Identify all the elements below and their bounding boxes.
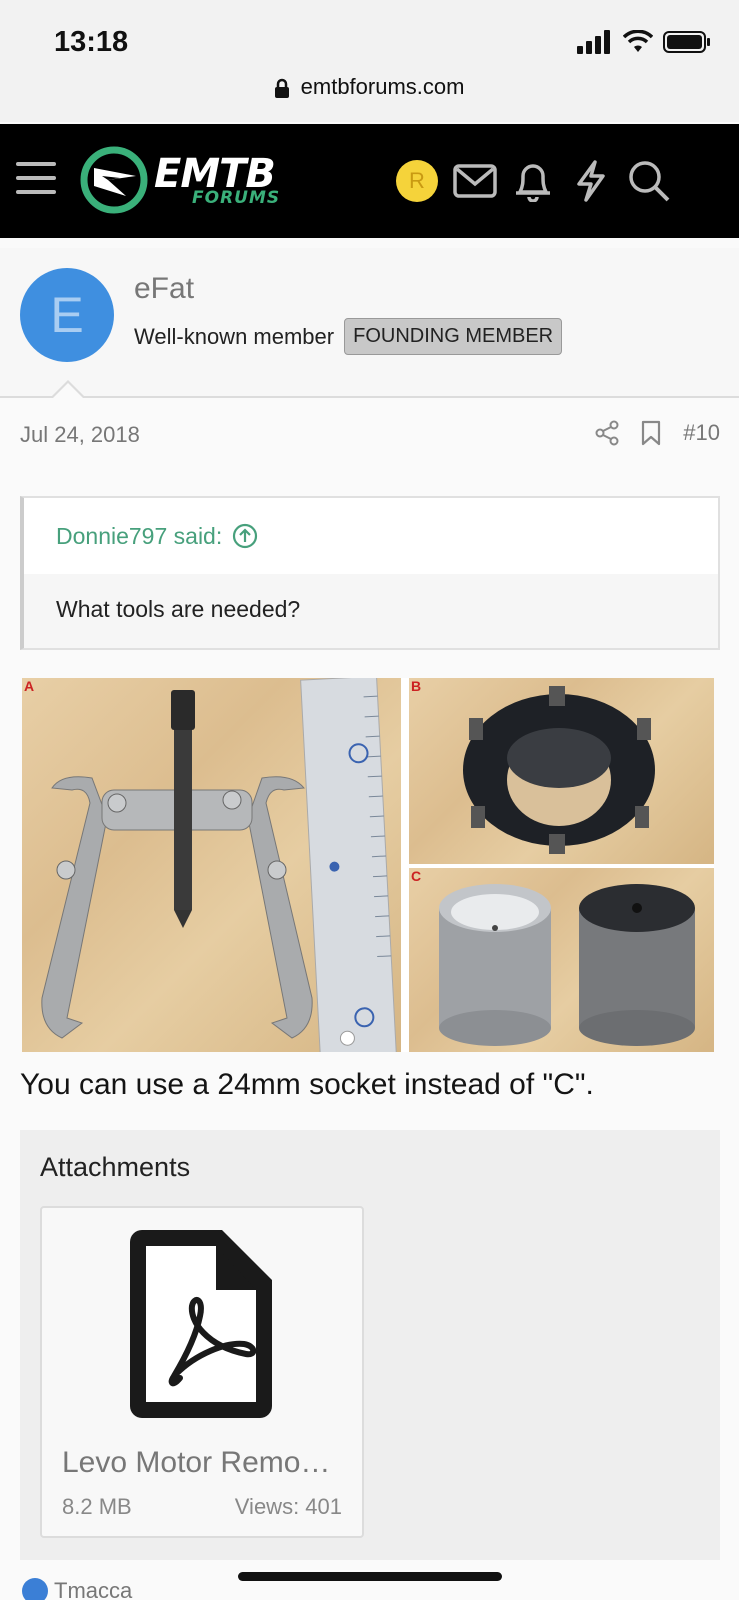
status-time: 13:18	[54, 26, 129, 58]
quote-author-label: Donnie797 said:	[56, 522, 223, 549]
header-icons: R	[396, 158, 684, 204]
attachments-title: Attachments	[40, 1152, 191, 1182]
reaction-bar: Tmacca	[22, 1578, 132, 1600]
panel-label-a: A	[24, 678, 35, 694]
post-image[interactable]: A B C	[22, 678, 714, 1052]
like-icon	[22, 1578, 48, 1600]
post-actions: #10	[573, 420, 720, 446]
home-indicator[interactable]	[238, 1572, 502, 1581]
attachment-name[interactable]: Levo Motor Remo…	[62, 1446, 330, 1480]
post-body-text: You can use a 24mm socket instead of "C"…	[20, 1068, 594, 1101]
author-avatar[interactable]: E	[20, 268, 114, 362]
signal-icon	[577, 30, 610, 54]
logo-mark-icon	[80, 146, 148, 214]
arrow-up-circle-icon[interactable]	[232, 523, 258, 549]
pdf-file-icon	[130, 1230, 272, 1418]
wifi-icon	[623, 30, 653, 52]
user-avatar[interactable]: R	[396, 160, 438, 202]
member-badge: FOUNDING MEMBER	[344, 318, 563, 355]
image-panel-a: A	[22, 678, 401, 1052]
image-panel-c: C	[409, 868, 714, 1052]
status-icons	[577, 30, 711, 54]
panel-label-c: C	[411, 868, 422, 884]
attachment-item[interactable]: Levo Motor Remo… 8.2 MB Views: 401	[40, 1206, 364, 1538]
reaction-user[interactable]: Tmacca	[54, 1578, 132, 1600]
post-meta: Jul 24, 2018 #10	[20, 420, 720, 452]
search-icon[interactable]	[626, 158, 672, 204]
quote-block: Donnie797 said: What tools are needed?	[20, 496, 720, 650]
image-panel-b: B	[409, 678, 714, 864]
mail-icon[interactable]	[452, 158, 498, 204]
gear-puller-illustration	[41, 678, 397, 1052]
share-icon[interactable]	[595, 420, 619, 446]
lock-icon	[274, 78, 289, 99]
sockets-illustration	[439, 884, 695, 1046]
site-logo[interactable]: EMTB FORUMS	[80, 146, 280, 214]
quote-text: What tools are needed?	[24, 574, 718, 648]
post-date[interactable]: Jul 24, 2018	[20, 422, 140, 447]
bell-icon[interactable]	[510, 158, 556, 204]
status-bar: 13:18 emtbforums.com	[0, 0, 739, 122]
member-title: Well-known member	[134, 323, 335, 349]
logo-subtext: FORUMS	[192, 187, 281, 208]
menu-icon[interactable]	[16, 162, 56, 196]
attachments-section: Attachments Levo Motor Remo… 8.2 MB View…	[20, 1130, 720, 1560]
author-name[interactable]: eFat	[134, 272, 194, 306]
lightning-icon[interactable]	[568, 158, 614, 204]
post-author-block: E eFat Well-known member FOUNDING MEMBER	[0, 248, 739, 398]
url-text: emtbforums.com	[300, 74, 465, 99]
bookmark-icon[interactable]	[641, 420, 661, 446]
post-number[interactable]: #10	[683, 420, 720, 446]
attachment-size: 8.2 MB	[62, 1494, 132, 1519]
quote-author[interactable]: Donnie797 said:	[24, 498, 718, 574]
battery-icon	[663, 31, 710, 53]
author-title: Well-known member FOUNDING MEMBER	[134, 318, 563, 355]
attachment-views: Views: 401	[234, 1494, 342, 1519]
panel-label-b: B	[411, 678, 422, 694]
lockring-tool-illustration	[463, 686, 655, 854]
site-header: EMTB FORUMS R	[0, 124, 739, 238]
address-bar[interactable]: emtbforums.com	[0, 74, 739, 100]
